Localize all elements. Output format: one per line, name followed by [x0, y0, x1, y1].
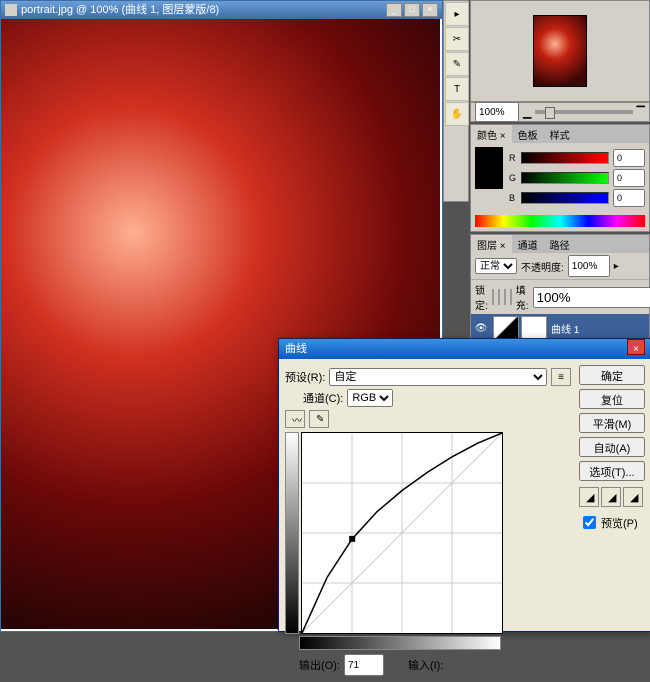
g-input[interactable] [613, 169, 645, 187]
pencil-tool-icon[interactable]: ✎ [309, 410, 329, 428]
smooth-button[interactable]: 平滑(M) [579, 413, 645, 433]
preview-checkbox[interactable]: 预览(P) [579, 513, 645, 532]
close-icon[interactable]: × [627, 339, 645, 355]
opacity-input[interactable] [568, 255, 610, 277]
output-gradient [285, 432, 299, 634]
pointer-tool-icon[interactable]: ▸ [445, 2, 469, 26]
tab-color[interactable]: 颜色 × [471, 125, 512, 143]
channel-label: 通道(C): [303, 390, 343, 406]
r-label: R [509, 153, 517, 163]
b-input[interactable] [613, 189, 645, 207]
tab-swatches[interactable]: 色板 [512, 125, 544, 143]
zoom-input[interactable] [475, 102, 519, 122]
tab-styles[interactable]: 样式 [544, 125, 576, 143]
opacity-label: 不透明度: [521, 259, 564, 274]
layer-name: 曲线 1 [551, 321, 579, 336]
preset-label: 预设(R): [285, 369, 325, 385]
navigator-panel [470, 0, 650, 102]
blend-mode-select[interactable]: 正常 [475, 258, 517, 274]
foreground-swatch[interactable] [475, 147, 503, 189]
tab-paths[interactable]: 路径 [544, 235, 576, 253]
tab-channels[interactable]: 通道 [512, 235, 544, 253]
eyedropper-white-icon[interactable]: ◢ [623, 487, 643, 507]
dialog-titlebar[interactable]: 曲线 × [279, 339, 650, 359]
layer-thumbnail[interactable] [493, 316, 519, 340]
eyedropper-black-icon[interactable]: ◢ [579, 487, 599, 507]
options-button[interactable]: 选项(T)... [579, 461, 645, 481]
layers-panel-tabs: 图层 × 通道 路径 [471, 235, 649, 253]
lock-label: 锁定: [475, 282, 488, 312]
minimize-button[interactable]: _ [386, 3, 402, 17]
spectrum-bar[interactable] [475, 215, 645, 227]
brush-tool-icon[interactable]: ✎ [445, 52, 469, 76]
fill-input[interactable] [533, 287, 650, 308]
color-panel-tabs: 颜色 × 色板 样式 [471, 125, 649, 143]
lock-transparent-icon[interactable] [492, 289, 494, 305]
maximize-button[interactable]: □ [404, 3, 420, 17]
tab-layers[interactable]: 图层 × [471, 235, 512, 253]
g-slider[interactable] [521, 172, 609, 184]
document-titlebar[interactable]: portrait.jpg @ 100% (曲线 1, 图层蒙版/8) _ □ × [1, 1, 442, 19]
channel-select[interactable]: RGB [347, 389, 393, 407]
ok-button[interactable]: 确定 [579, 365, 645, 385]
text-tool-icon[interactable]: T [445, 77, 469, 101]
lock-pixels-icon[interactable] [498, 289, 500, 305]
document-title: portrait.jpg @ 100% (曲线 1, 图层蒙版/8) [21, 1, 219, 19]
preset-menu-icon[interactable]: ≡ [551, 368, 571, 386]
g-label: G [509, 173, 517, 183]
eyedropper-gray-icon[interactable]: ◢ [601, 487, 621, 507]
lock-position-icon[interactable] [504, 289, 506, 305]
b-slider[interactable] [521, 192, 609, 204]
r-input[interactable] [613, 149, 645, 167]
zoom-in-icon[interactable]: ▔ [637, 106, 645, 119]
navigator-thumbnail[interactable] [533, 15, 587, 87]
fill-label: 填充: [516, 282, 529, 312]
file-icon [5, 4, 17, 16]
zoom-slider[interactable] [535, 110, 632, 114]
b-label: B [509, 193, 517, 203]
output-label: 输出(O): [299, 657, 340, 673]
dialog-title: 曲线 [285, 339, 307, 359]
layer-mask-thumbnail[interactable] [521, 316, 547, 340]
lock-all-icon[interactable] [510, 289, 512, 305]
input-gradient [299, 636, 501, 650]
output-input[interactable] [344, 654, 384, 676]
crop-tool-icon[interactable]: ✂ [445, 27, 469, 51]
visibility-icon[interactable]: 👁 [471, 323, 491, 334]
r-slider[interactable] [521, 152, 609, 164]
curves-graph[interactable] [301, 432, 503, 634]
zoom-out-icon[interactable]: ▁ [523, 106, 531, 119]
curves-dialog: 曲线 × 预设(R): 自定 ≡ 通道(C): RGB 〰 ✎ [278, 338, 650, 632]
close-button[interactable]: × [422, 3, 438, 17]
preset-select[interactable]: 自定 [329, 368, 547, 386]
cancel-button[interactable]: 复位 [579, 389, 645, 409]
input-label: 输入(I): [408, 657, 443, 673]
auto-button[interactable]: 自动(A) [579, 437, 645, 457]
curve-tool-icon[interactable]: 〰 [285, 410, 305, 428]
tool-column: ▸ ✂ ✎ T ✋ [443, 0, 469, 202]
chevron-right-icon[interactable]: ▸ [614, 261, 619, 272]
hand-tool-icon[interactable]: ✋ [445, 102, 469, 126]
